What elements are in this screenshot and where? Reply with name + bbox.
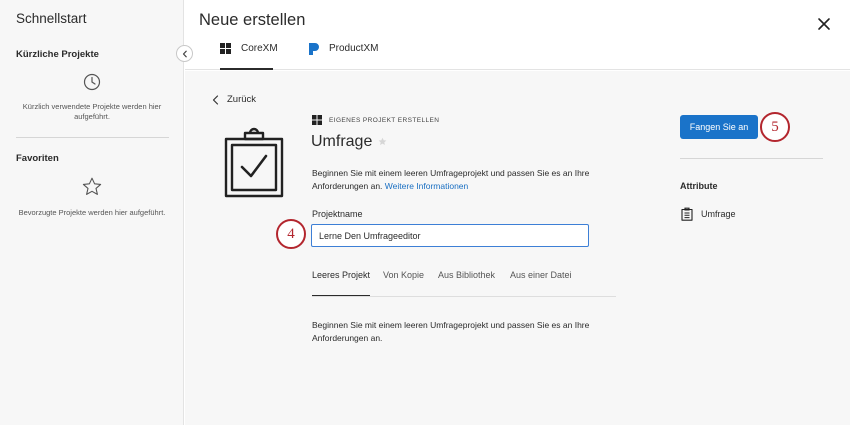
right-panel-divider xyxy=(680,158,823,159)
project-name-input[interactable] xyxy=(311,224,589,247)
subtab-blank-project[interactable]: Leeres Projekt xyxy=(312,270,371,297)
tab-corexm[interactable]: CoreXM xyxy=(220,43,278,70)
clipboard-check-icon xyxy=(222,126,286,203)
productxm-logo-icon xyxy=(308,43,319,58)
eyebrow-text: EIGENES PROJEKT ERSTELLEN xyxy=(329,116,440,124)
tab-corexm-label: CoreXM xyxy=(241,43,278,54)
back-link[interactable]: Zurück xyxy=(212,94,256,105)
tab-productxm[interactable]: ProductXM xyxy=(308,43,378,70)
page-title: Neue erstellen xyxy=(199,11,306,29)
subtab-from-copy[interactable]: Von Kopie xyxy=(383,270,424,280)
close-button[interactable] xyxy=(814,14,834,34)
collapse-sidebar-button[interactable] xyxy=(176,45,193,62)
project-description: Beginnen Sie mit einem leeren Umfragepro… xyxy=(312,167,612,193)
tab-productxm-label: ProductXM xyxy=(329,43,379,54)
clock-icon xyxy=(0,73,184,91)
favorites-heading: Favoriten xyxy=(16,153,59,164)
recent-projects-heading: Kürzliche Projekte xyxy=(16,49,99,60)
subtab-from-file[interactable]: Aus einer Datei xyxy=(510,270,572,280)
subtab-divider xyxy=(312,296,616,297)
star-outline-icon xyxy=(0,177,184,196)
back-link-label: Zurück xyxy=(227,94,257,105)
step-4-callout: 4 xyxy=(276,219,306,249)
step-5-callout: 5 xyxy=(760,112,790,142)
project-type-heading: Umfrage xyxy=(311,133,387,151)
sidebar: Schnellstart Kürzliche Projekte Kürzlich… xyxy=(0,0,184,425)
chevron-left-icon xyxy=(182,50,187,57)
eyebrow-label: EIGENES PROJEKT ERSTELLEN xyxy=(312,115,439,125)
attributes-heading: Attribute xyxy=(680,181,718,191)
subtab-from-library[interactable]: Aus Bibliothek xyxy=(438,270,495,280)
recent-projects-empty-text: Kürzlich verwendete Projekte werden hier… xyxy=(22,102,162,121)
project-type-label: Umfrage xyxy=(311,133,373,150)
favorite-star-icon[interactable] xyxy=(378,133,387,151)
favorites-empty-text: Bevorzugte Projekte werden hier aufgefüh… xyxy=(18,208,166,217)
project-name-label: Projektname xyxy=(312,209,363,219)
sidebar-divider xyxy=(16,137,169,138)
attribute-item: Umfrage xyxy=(681,207,736,221)
more-info-link[interactable]: Weitere Informationen xyxy=(385,181,468,191)
chevron-left-icon xyxy=(212,94,219,105)
clipboard-small-icon xyxy=(681,207,693,221)
sidebar-title: Schnellstart xyxy=(16,11,87,26)
attribute-item-label: Umfrage xyxy=(701,209,736,219)
corexm-logo-icon xyxy=(220,43,231,57)
subtab-description: Beginnen Sie mit einem leeren Umfragepro… xyxy=(312,320,590,343)
start-button[interactable]: Fangen Sie an xyxy=(680,115,758,139)
close-icon xyxy=(818,18,830,30)
corexm-logo-icon xyxy=(312,115,322,125)
